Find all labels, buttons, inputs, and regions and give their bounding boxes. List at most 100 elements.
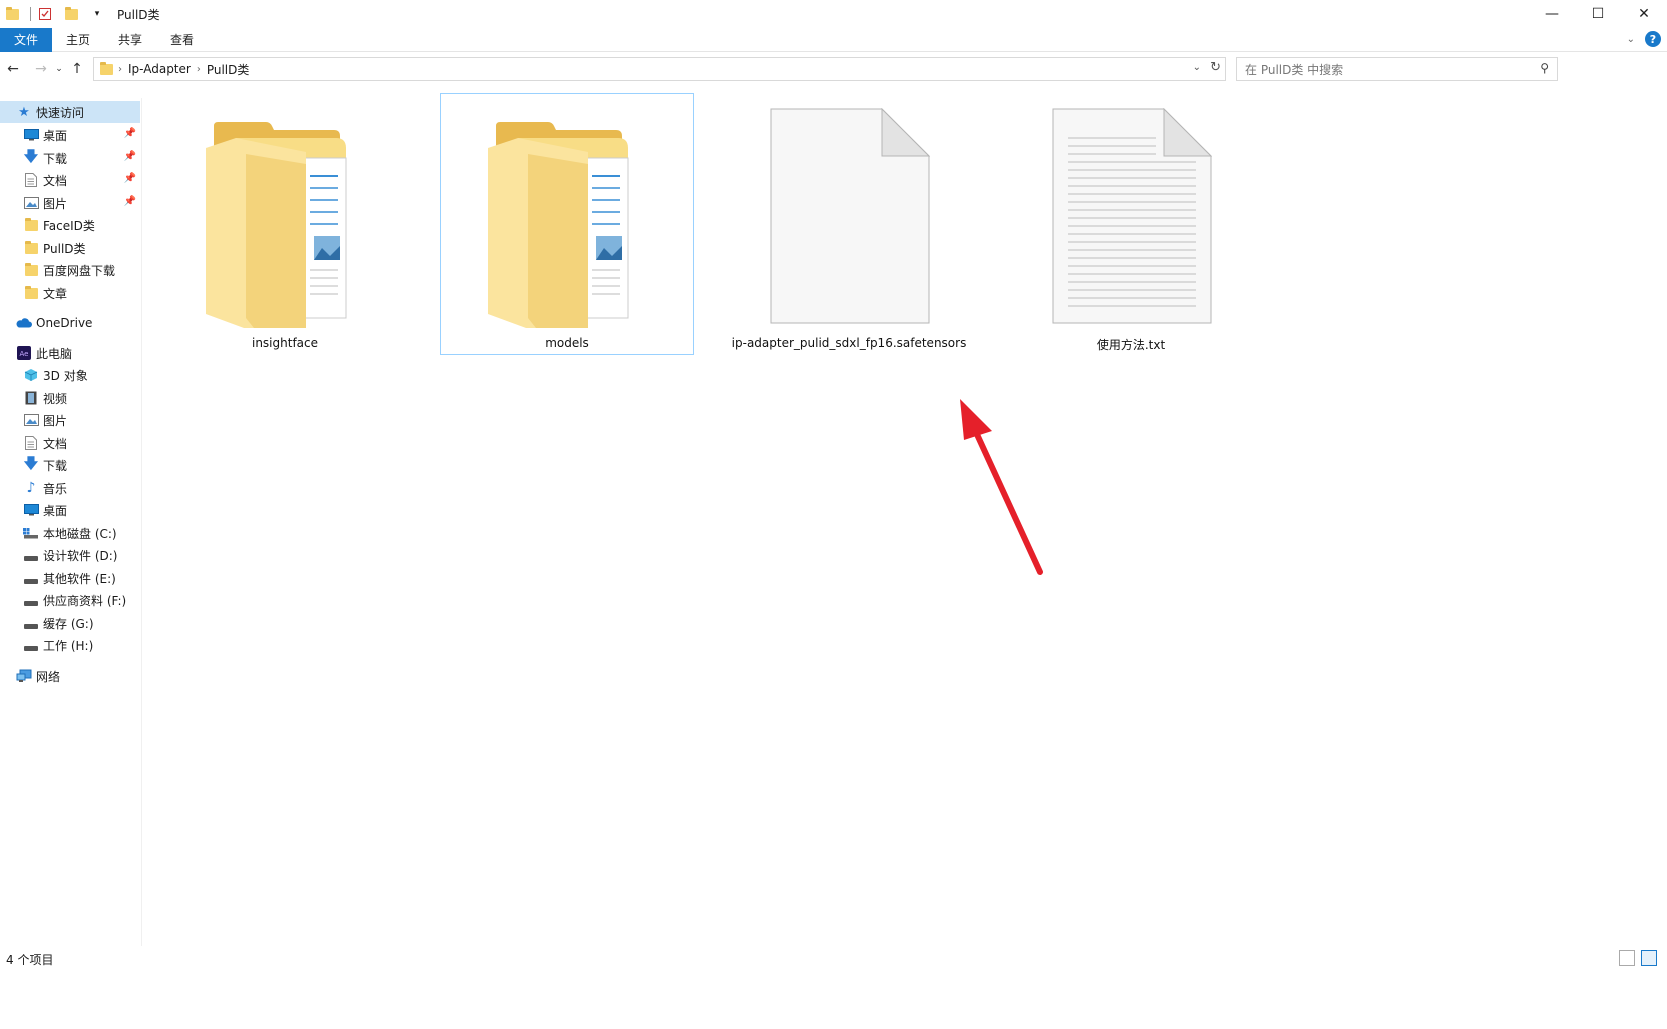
download-arrow-icon: 🡇 — [23, 456, 39, 472]
minimize-button[interactable]: — — [1529, 0, 1575, 28]
sidebar-item-onedrive[interactable]: OneDrive — [0, 312, 140, 334]
properties-icon[interactable] — [37, 6, 53, 22]
expand-ribbon-chevron-icon[interactable]: ⌄ — [1627, 34, 1635, 45]
download-arrow-icon: 🡇 — [23, 149, 39, 165]
tab-share[interactable]: 共享 — [104, 28, 156, 52]
sidebar-item-label: 百度网盘下载 — [43, 263, 116, 278]
close-button[interactable]: ✕ — [1621, 0, 1667, 28]
back-button[interactable]: ← — [2, 58, 24, 80]
sidebar-item-downloads[interactable]: 🡇 下载 📌 — [0, 147, 140, 169]
breadcrumb-ip-adapter[interactable]: Ip-Adapter — [128, 62, 191, 76]
tab-home[interactable]: 主页 — [52, 28, 104, 52]
folder-icon — [23, 262, 39, 278]
sidebar-item-videos[interactable]: 视频 — [0, 387, 140, 409]
sidebar-item-label: FaceID类 — [43, 218, 95, 233]
drive-icon — [23, 592, 39, 608]
folder-icon — [23, 217, 39, 233]
sidebar-item-3d-objects[interactable]: 3D 对象 — [0, 364, 140, 386]
sidebar-item-label: 设计软件 (D:) — [43, 548, 118, 563]
recent-locations-chevron-icon[interactable]: ⌄ — [52, 58, 66, 80]
sidebar-item-desktop[interactable]: 桌面 📌 — [0, 124, 140, 146]
sidebar-item-label: 桌面 — [43, 128, 68, 143]
text-file-icon — [1052, 108, 1212, 324]
sidebar-item-quick-access[interactable]: ★ 快速访问 — [0, 101, 140, 123]
blank-file-icon — [770, 108, 930, 324]
search-icon[interactable]: ⚲ — [1540, 61, 1549, 75]
up-button[interactable]: ↑ — [66, 58, 88, 80]
folder-icon — [98, 61, 114, 77]
pin-icon[interactable]: 📌 — [124, 151, 136, 162]
sidebar-item-desktop-pc[interactable]: 桌面 — [0, 499, 140, 521]
file-item-folder[interactable]: insightface — [158, 93, 412, 355]
large-icons-view-button[interactable] — [1641, 950, 1657, 966]
toolbar-divider — [30, 7, 31, 21]
folder-icon — [23, 285, 39, 301]
sidebar-item-drive-f[interactable]: 供应商资料 (F:) — [0, 589, 140, 611]
drive-icon — [23, 615, 39, 631]
search-input[interactable]: 在 PullD类 中搜索 ⚲ — [1236, 57, 1558, 81]
sidebar-item-documents-pc[interactable]: 文档 — [0, 432, 140, 454]
new-folder-icon[interactable] — [63, 6, 79, 22]
navigation-pane: ★ 快速访问 桌面 📌 🡇 下载 📌 文档 📌 图片 📌 FaceID类 Pul… — [0, 98, 142, 946]
file-item-text[interactable]: 使用方法.txt — [1004, 93, 1258, 355]
after-effects-icon: Ae — [16, 345, 32, 361]
status-bar: 4 个项目 — [0, 948, 1667, 970]
sidebar-item-label: 本地磁盘 (C:) — [43, 526, 117, 541]
sidebar-item-baidu-downloads[interactable]: 百度网盘下载 — [0, 259, 140, 281]
details-view-button[interactable] — [1619, 950, 1635, 966]
file-item-folder-selected[interactable]: models — [440, 93, 694, 355]
sidebar-item-drive-c[interactable]: 本地磁盘 (C:) — [0, 522, 140, 544]
maximize-button[interactable]: ☐ — [1575, 0, 1621, 28]
refresh-icon[interactable]: ↻ — [1210, 60, 1221, 75]
folder-icon — [23, 240, 39, 256]
breadcrumb-chevron-icon[interactable]: › — [118, 64, 122, 75]
sidebar-item-drive-g[interactable]: 缓存 (G:) — [0, 612, 140, 634]
sidebar-item-this-pc[interactable]: Ae 此电脑 — [0, 342, 140, 364]
windows-drive-icon — [23, 525, 39, 541]
sidebar-item-pictures[interactable]: 图片 📌 — [0, 192, 140, 214]
sidebar-item-articles[interactable]: 文章 — [0, 282, 140, 304]
large-folder-icon — [206, 122, 347, 328]
film-icon — [23, 390, 39, 406]
picture-icon — [23, 412, 39, 428]
customize-toolbar-chevron-icon[interactable]: ▾ — [89, 6, 105, 22]
desktop-icon — [23, 127, 39, 143]
window-controls: — ☐ ✕ — [1529, 0, 1667, 28]
sidebar-item-label: 工作 (H:) — [43, 638, 94, 653]
pin-icon[interactable]: 📌 — [124, 196, 136, 207]
network-icon — [16, 668, 32, 684]
address-dropdown-icon[interactable]: ⌄ — [1193, 62, 1201, 73]
breadcrumb-chevron-icon[interactable]: › — [197, 64, 201, 75]
sidebar-item-drive-d[interactable]: 设计软件 (D:) — [0, 544, 140, 566]
document-icon — [23, 172, 39, 188]
sidebar-item-pulld[interactable]: PullD类 — [0, 237, 140, 259]
file-name: ip-adapter_pulid_sdxl_fp16.safetensors — [731, 336, 967, 350]
sidebar-item-label: 下载 — [43, 458, 68, 473]
sidebar-item-label: 3D 对象 — [43, 368, 88, 383]
sidebar-item-network[interactable]: 网络 — [0, 665, 140, 687]
sidebar-item-music[interactable]: ♪ 音乐 — [0, 477, 140, 499]
sidebar-item-pictures-pc[interactable]: 图片 — [0, 409, 140, 431]
address-bar[interactable]: › Ip-Adapter › PullD类 ⌄ ↻ — [93, 57, 1226, 81]
forward-button[interactable]: → — [30, 58, 52, 80]
sidebar-item-label: 音乐 — [43, 481, 68, 496]
pin-icon[interactable]: 📌 — [124, 173, 136, 184]
sidebar-item-drive-e[interactable]: 其他软件 (E:) — [0, 567, 140, 589]
sidebar-item-faceid[interactable]: FaceID类 — [0, 214, 140, 236]
breadcrumb-current[interactable]: PullD类 — [207, 61, 250, 78]
desktop-icon — [23, 502, 39, 518]
tab-view[interactable]: 查看 — [156, 28, 208, 52]
svg-text:Ae: Ae — [20, 350, 29, 358]
tab-file[interactable]: 文件 — [0, 27, 53, 52]
sidebar-item-documents[interactable]: 文档 📌 — [0, 169, 140, 191]
help-icon[interactable]: ? — [1645, 31, 1661, 47]
sidebar-item-label: 文档 — [43, 436, 68, 451]
sidebar-item-label: 缓存 (G:) — [43, 616, 94, 631]
pin-icon[interactable]: 📌 — [124, 128, 136, 139]
sidebar-item-drive-h[interactable]: 工作 (H:) — [0, 634, 140, 656]
drive-icon — [23, 547, 39, 563]
file-item-blank[interactable]: ip-adapter_pulid_sdxl_fp16.safetensors — [722, 93, 976, 355]
sidebar-item-label: 图片 — [43, 196, 68, 211]
sidebar-item-downloads-pc[interactable]: 🡇 下载 — [0, 454, 140, 476]
file-name: insightface — [251, 336, 318, 350]
